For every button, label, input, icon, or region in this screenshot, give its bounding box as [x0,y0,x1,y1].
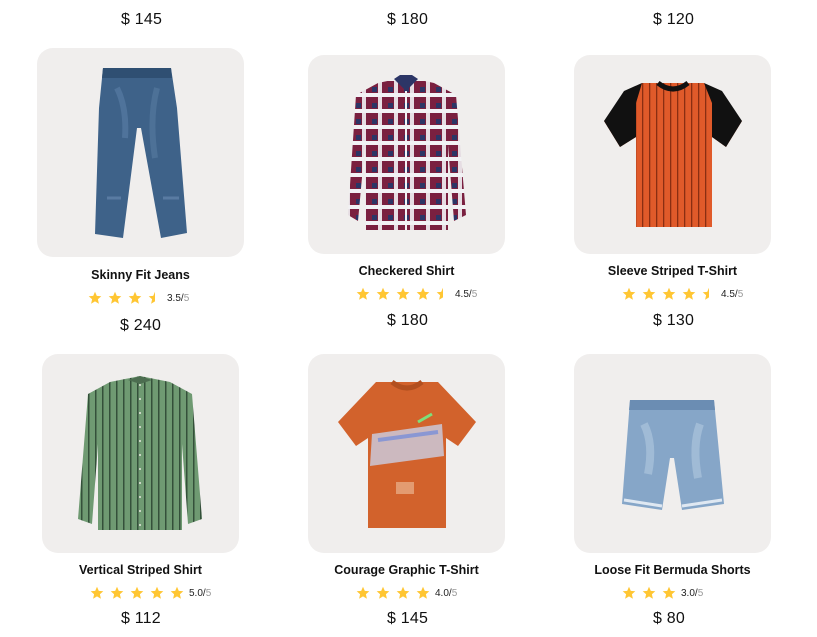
jeans-image [95,68,187,238]
product-rating: 5.0/5 [90,586,211,600]
rating-stars [90,586,184,600]
star-icon [128,291,142,304]
top-product-price-1: $ 145 [121,11,163,28]
star-icon [356,586,370,599]
star-icon [682,287,696,300]
star-icon [416,586,430,599]
product-image[interactable] [37,48,244,257]
product-image[interactable] [42,354,239,553]
product-name[interactable]: Courage Graphic T-Shirt [308,563,505,577]
star-icon [90,586,104,599]
star-icon [150,586,164,599]
product-image[interactable] [308,354,505,553]
star-icon [376,287,390,300]
star-icon [88,291,102,304]
product-price: $ 80 [653,610,685,627]
product-name[interactable]: Sleeve Striped T-Shirt [574,264,771,278]
star-icon [642,586,656,599]
rating-score: 5.0/5 [189,587,212,599]
product-price: $ 240 [120,317,162,334]
rating-score: 4.5/5 [455,288,478,300]
product-price: $ 145 [387,610,429,627]
star-icon [396,586,410,599]
denim-shorts-image [622,400,724,510]
half-star-icon [436,287,443,300]
rating-stars [622,586,676,600]
star-icon [396,287,410,300]
half-star-icon [148,291,155,304]
green-striped-shirt-image [78,376,202,530]
star-icon [416,287,430,300]
striped-tshirt-image [604,80,742,227]
star-icon [108,291,122,304]
graphic-tshirt-image [338,379,476,528]
rating-stars [356,586,430,600]
product-price: $ 130 [653,312,695,329]
product-rating: 4.0/5 [356,586,457,600]
top-product-price-2: $ 180 [387,11,429,28]
rating-stars [88,291,162,305]
top-product-price-3: $ 120 [653,11,695,28]
product-rating: 3.0/5 [622,586,703,600]
star-icon [110,586,124,599]
star-icon [170,586,184,599]
product-image[interactable] [574,354,771,553]
rating-score: 3.0/5 [681,587,704,599]
product-rating: 4.5/5 [356,287,477,301]
product-name[interactable]: Vertical Striped Shirt [42,563,239,577]
star-icon [356,287,370,300]
product-name[interactable]: Skinny Fit Jeans [37,268,244,282]
star-icon [642,287,656,300]
star-icon [622,287,636,300]
product-name[interactable]: Loose Fit Bermuda Shorts [574,563,771,577]
half-star-icon [702,287,709,300]
product-image[interactable] [308,55,505,254]
product-rating: 3.5/5 [88,291,189,305]
rating-stars [622,287,716,301]
product-name[interactable]: Checkered Shirt [308,264,505,278]
star-icon [662,586,676,599]
star-icon [130,586,144,599]
rating-stars [356,287,450,301]
rating-score: 4.5/5 [721,288,744,300]
product-price: $ 180 [387,312,429,329]
star-icon [662,287,676,300]
rating-score: 3.5/5 [167,292,190,304]
star-icon [622,586,636,599]
product-rating: 4.5/5 [622,287,743,301]
product-price: $ 112 [121,610,161,627]
product-image[interactable] [574,55,771,254]
rating-score: 4.0/5 [435,587,458,599]
star-icon [376,586,390,599]
checkered-shirt-image [348,75,466,230]
